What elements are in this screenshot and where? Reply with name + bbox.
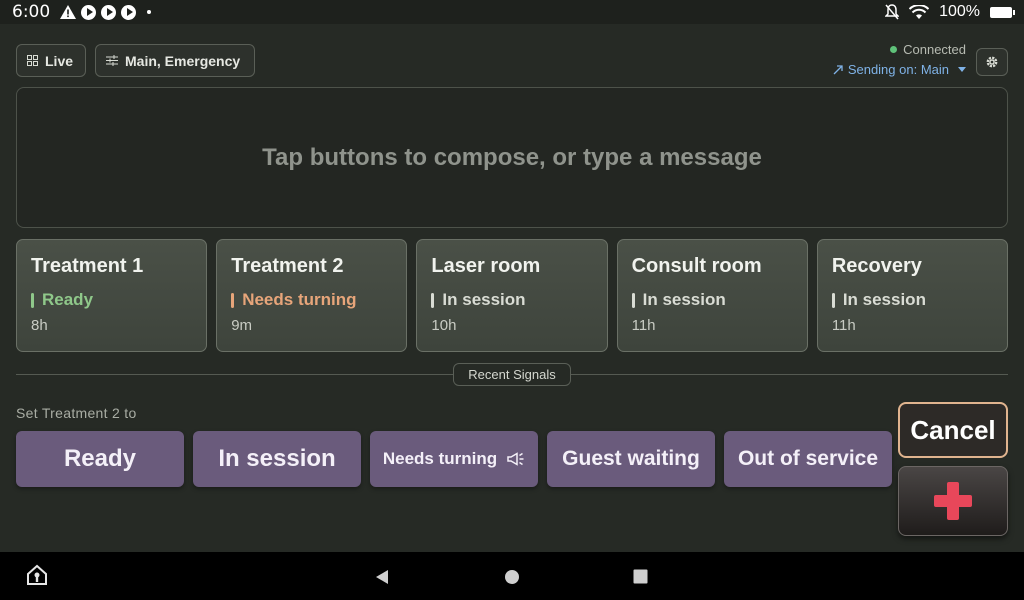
compose-placeholder: Tap buttons to compose, or type a messag… bbox=[262, 143, 762, 171]
status-indicator-bar bbox=[631, 292, 635, 308]
sending-channel-selector[interactable]: Sending on: Main bbox=[833, 62, 966, 77]
message-compose-area[interactable]: Tap buttons to compose, or type a messag… bbox=[16, 87, 1008, 228]
settings-button[interactable] bbox=[976, 48, 1008, 76]
set-ready-label: Ready bbox=[63, 445, 137, 472]
back-icon[interactable] bbox=[374, 569, 390, 585]
set-out-of-service-button[interactable]: Out of service bbox=[724, 431, 892, 487]
more-notifications-icon bbox=[147, 10, 152, 14]
connection-status-text: Connected bbox=[903, 42, 966, 57]
room-card-treatment-2[interactable]: Treatment 2 Needs turning 9m bbox=[216, 239, 408, 352]
live-mode-button[interactable]: Live bbox=[16, 44, 86, 77]
room-cards: Treatment 1 Ready 8h Treatment 2 Needs t… bbox=[16, 239, 1009, 352]
room-status: In session bbox=[631, 290, 793, 310]
room-status-text: In session bbox=[842, 290, 926, 309]
status-indicator-bar bbox=[431, 292, 435, 308]
room-card-treatment-1[interactable]: Treatment 1 Ready 8h bbox=[16, 239, 208, 352]
room-status-text: In session bbox=[442, 290, 526, 309]
connected-indicator-icon bbox=[890, 46, 898, 53]
room-name: Treatment 1 bbox=[31, 255, 144, 277]
emergency-button[interactable] bbox=[898, 466, 1008, 536]
room-card-laser-room[interactable]: Laser room In session 10h bbox=[416, 239, 608, 352]
system-navigation-bar bbox=[0, 552, 1024, 600]
status-indicator-bar bbox=[231, 292, 235, 308]
tune-icon bbox=[106, 55, 118, 66]
set-in-session-button[interactable]: In session bbox=[193, 431, 361, 487]
channels-label: Main, Emergency bbox=[125, 52, 241, 69]
set-out-of-service-label: Out of service bbox=[737, 447, 879, 470]
room-status-age: 10h bbox=[431, 317, 457, 334]
wifi-icon bbox=[909, 4, 930, 19]
battery-icon bbox=[990, 6, 1015, 18]
status-indicator-bar bbox=[31, 292, 34, 308]
home-icon[interactable] bbox=[504, 569, 520, 585]
set-needs-turning-button[interactable]: Needs turning bbox=[370, 431, 538, 487]
room-status: In session bbox=[431, 290, 592, 310]
media-play-icon bbox=[81, 4, 97, 20]
set-in-session-label: In session bbox=[218, 445, 336, 472]
room-status-age: 8h bbox=[31, 317, 48, 334]
megaphone-icon bbox=[507, 452, 524, 466]
set-guest-waiting-button[interactable]: Guest waiting bbox=[547, 431, 715, 487]
red-cross-icon bbox=[934, 482, 972, 520]
cancel-button[interactable]: Cancel bbox=[898, 402, 1008, 458]
room-name: Laser room bbox=[431, 255, 541, 277]
room-status-age: 11h bbox=[831, 317, 856, 334]
room-status-age: 9m bbox=[231, 317, 253, 334]
notification-icons bbox=[60, 4, 152, 20]
status-action-buttons: Ready In session Needs turning Guest wai… bbox=[16, 431, 892, 487]
room-name: Consult room bbox=[631, 255, 762, 277]
room-card-consult-room[interactable]: Consult room In session 11h bbox=[616, 239, 808, 352]
recent-signals-button[interactable]: Recent Signals bbox=[453, 363, 571, 386]
room-status-text: Needs turning bbox=[242, 290, 357, 309]
arrow-up-right-icon bbox=[833, 64, 843, 74]
room-status-age: 11h bbox=[631, 317, 656, 334]
room-card-recovery[interactable]: Recovery In session 11h bbox=[816, 239, 1009, 352]
status-time: 6:00 bbox=[12, 2, 51, 22]
connection-status: Connected Sending on: Main bbox=[833, 42, 966, 77]
alert-icon bbox=[60, 5, 77, 19]
media-play-icon bbox=[121, 4, 137, 20]
status-indicator-bar bbox=[831, 292, 835, 308]
set-room-prompt: Set Treatment 2 to bbox=[16, 405, 137, 421]
recent-apps-icon[interactable] bbox=[633, 569, 648, 584]
room-name: Recovery bbox=[831, 255, 922, 277]
room-status: Needs turning bbox=[231, 290, 392, 310]
grid-icon bbox=[27, 55, 38, 66]
room-status: In session bbox=[831, 290, 993, 310]
notifications-off-icon bbox=[885, 4, 900, 20]
room-status-text: In session bbox=[642, 290, 726, 309]
dropdown-arrow-icon bbox=[958, 66, 966, 72]
home-screen-icon[interactable] bbox=[26, 564, 48, 586]
set-ready-button[interactable]: Ready bbox=[16, 431, 184, 487]
battery-percent: 100% bbox=[939, 3, 980, 20]
gear-icon bbox=[986, 56, 998, 68]
media-play-icon bbox=[101, 4, 117, 20]
set-needs-turning-label: Needs turning bbox=[382, 449, 498, 468]
set-guest-waiting-label: Guest waiting bbox=[562, 447, 700, 470]
room-name: Treatment 2 bbox=[231, 255, 344, 277]
channel-filter-button[interactable]: Main, Emergency bbox=[95, 44, 255, 77]
live-label: Live bbox=[45, 52, 74, 69]
room-status: Ready bbox=[31, 290, 192, 310]
system-status-bar: 6:00 100% bbox=[0, 0, 1024, 24]
room-status-text: Ready bbox=[42, 290, 94, 309]
sending-channel-text: Sending on: Main bbox=[847, 62, 949, 77]
